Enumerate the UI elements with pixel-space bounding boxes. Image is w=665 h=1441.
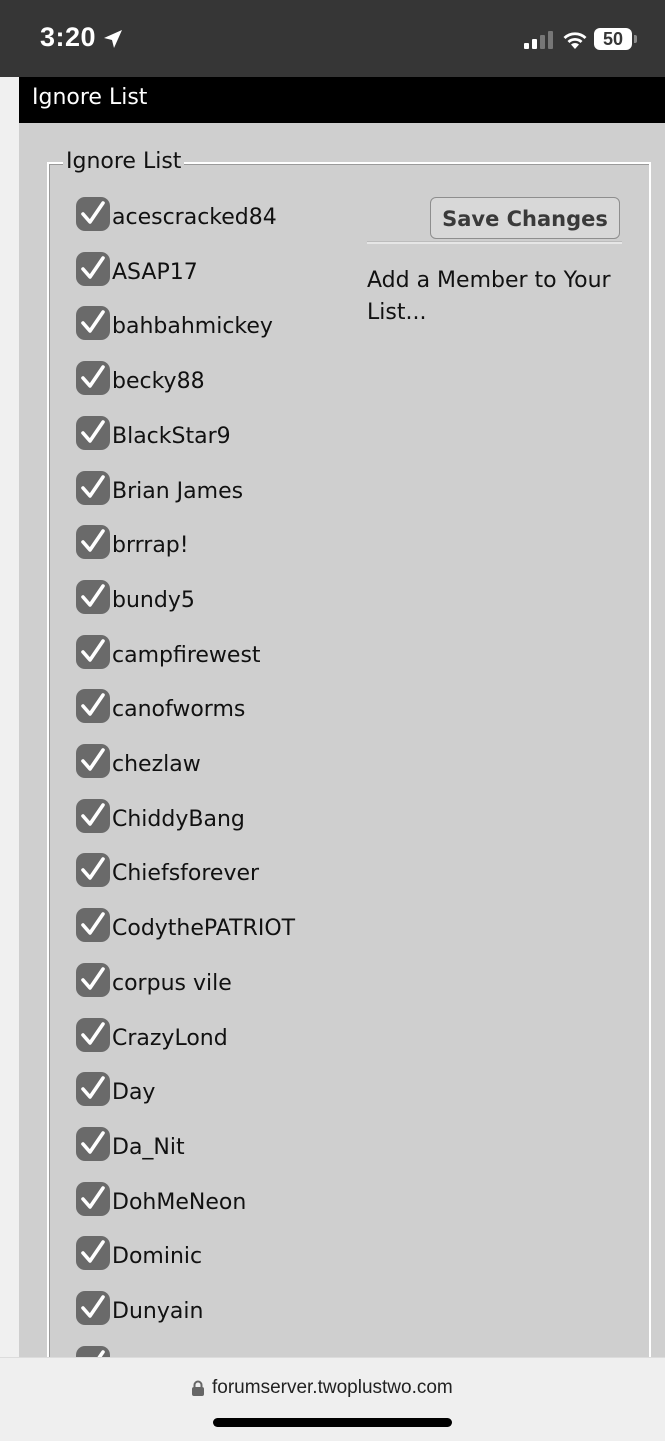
member-checkbox[interactable] bbox=[76, 1236, 110, 1270]
checkmark-icon bbox=[81, 201, 105, 224]
checkmark-icon bbox=[81, 310, 105, 333]
member-checkbox[interactable] bbox=[76, 689, 110, 723]
checkmark-icon bbox=[81, 967, 105, 990]
checkmark-icon bbox=[81, 857, 105, 880]
member-checkbox[interactable] bbox=[76, 197, 110, 231]
member-name: acescracked84 bbox=[112, 205, 277, 230]
member-checkbox[interactable] bbox=[76, 799, 110, 833]
checkmark-icon bbox=[81, 693, 105, 716]
member-name: brrrap! bbox=[112, 533, 189, 558]
member-name: bundy5 bbox=[112, 588, 195, 613]
checkmark-icon bbox=[81, 529, 105, 552]
browser-address-bar[interactable]: forumserver.twoplustwo.com bbox=[0, 1357, 665, 1441]
member-name: ChiddyBang bbox=[112, 807, 245, 832]
checkmark-icon bbox=[81, 803, 105, 826]
member-name: Day bbox=[112, 1080, 156, 1105]
member-name: Dunyain bbox=[112, 1299, 204, 1324]
home-indicator bbox=[213, 1418, 452, 1427]
checkmark-icon bbox=[81, 1022, 105, 1045]
member-name: corpus vile bbox=[112, 971, 232, 996]
wifi-icon bbox=[563, 32, 587, 49]
checkmark-icon bbox=[81, 365, 105, 388]
member-checkbox[interactable] bbox=[76, 1291, 110, 1325]
member-checkbox[interactable] bbox=[76, 252, 110, 286]
member-name: campfirewest bbox=[112, 643, 261, 668]
member-checkbox[interactable] bbox=[76, 1182, 110, 1216]
member-checkbox[interactable] bbox=[76, 1072, 110, 1106]
member-checkbox[interactable] bbox=[76, 853, 110, 887]
member-name: bahbahmickey bbox=[112, 314, 273, 339]
member-name: Da_Nit bbox=[112, 1135, 185, 1160]
member-checkbox[interactable] bbox=[76, 580, 110, 614]
member-name: Brian James bbox=[112, 479, 244, 504]
battery-level: 50 bbox=[602, 29, 624, 49]
battery-tip bbox=[634, 35, 637, 43]
checkmark-icon bbox=[81, 256, 105, 279]
member-checkbox[interactable] bbox=[76, 635, 110, 669]
checkmark-icon bbox=[81, 1076, 105, 1099]
member-name: CodythePATRIOT bbox=[112, 916, 296, 941]
member-name: ASAP17 bbox=[112, 260, 198, 285]
lock-icon bbox=[192, 1380, 204, 1396]
member-checkbox[interactable] bbox=[76, 908, 110, 942]
divider bbox=[367, 241, 622, 244]
member-name: CrazyLond bbox=[112, 1026, 228, 1051]
checkmark-icon bbox=[81, 475, 105, 498]
page-title: Ignore List bbox=[32, 85, 148, 110]
status-time: 3:20 bbox=[40, 22, 97, 52]
checkmark-icon bbox=[81, 584, 105, 607]
checkmark-icon bbox=[81, 1186, 105, 1209]
checkmark-icon bbox=[81, 1240, 105, 1263]
member-checkbox[interactable] bbox=[76, 1018, 110, 1052]
member-name: Dominic bbox=[112, 1244, 203, 1269]
member-name: Chiefsforever bbox=[112, 861, 260, 886]
status-bar: 3:20 50 bbox=[0, 0, 665, 77]
add-member-link[interactable]: Add a Member to Your List... bbox=[367, 265, 627, 329]
member-checkbox[interactable] bbox=[76, 963, 110, 997]
save-changes-button[interactable]: Save Changes bbox=[430, 197, 620, 239]
cellular-signal-icon bbox=[524, 31, 553, 49]
location-arrow-icon bbox=[104, 30, 122, 48]
battery-icon: 50 bbox=[594, 28, 632, 50]
checkmark-icon bbox=[81, 1131, 105, 1154]
checkmark-icon bbox=[81, 748, 105, 771]
member-name: BlackStar9 bbox=[112, 424, 231, 449]
member-name: DohMeNeon bbox=[112, 1190, 247, 1215]
member-name: becky88 bbox=[112, 369, 205, 394]
member-checkbox[interactable] bbox=[76, 416, 110, 450]
checkmark-icon bbox=[81, 639, 105, 662]
checkmark-icon bbox=[81, 912, 105, 935]
url-text[interactable]: forumserver.twoplustwo.com bbox=[212, 1377, 453, 1399]
left-gutter bbox=[0, 77, 19, 1357]
member-checkbox[interactable] bbox=[76, 744, 110, 778]
member-checkbox[interactable] bbox=[76, 306, 110, 340]
member-checkbox[interactable] bbox=[76, 1346, 110, 1357]
member-checkbox[interactable] bbox=[76, 525, 110, 559]
checkmark-icon bbox=[81, 1295, 105, 1318]
member-checkbox[interactable] bbox=[76, 361, 110, 395]
member-checkbox[interactable] bbox=[76, 471, 110, 505]
member-name: chezlaw bbox=[112, 752, 201, 777]
member-checkbox[interactable] bbox=[76, 1127, 110, 1161]
checkmark-icon bbox=[97, 1350, 105, 1357]
fieldset-legend: Ignore List bbox=[63, 149, 185, 174]
member-name: canofworms bbox=[112, 697, 246, 722]
page-header: Ignore List bbox=[19, 77, 665, 123]
page-content[interactable]: Ignore List Ignore List acescracked84 ASA… bbox=[19, 77, 665, 1357]
checkmark-icon bbox=[81, 420, 105, 443]
